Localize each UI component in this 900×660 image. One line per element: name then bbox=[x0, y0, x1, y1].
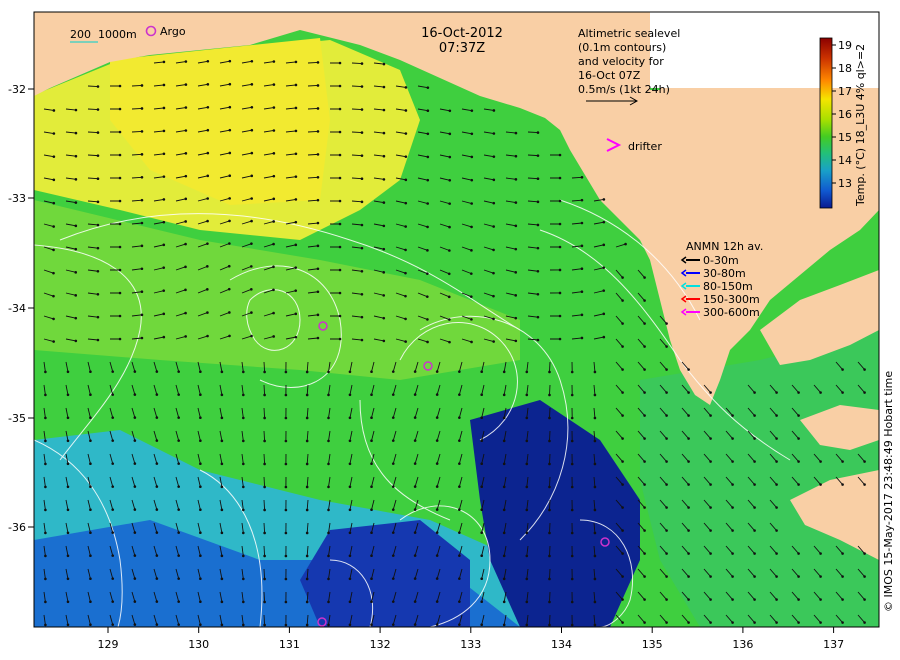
colorbar-label: Temp. (°C) 18_L3U 4% ql>=2 bbox=[854, 44, 867, 207]
lon-tick-label: 130 bbox=[188, 638, 209, 651]
lon-tick-label: 137 bbox=[823, 638, 844, 651]
colorbar-tick-label: 16 bbox=[838, 108, 852, 121]
anmn-legend-label: 300-600m bbox=[703, 306, 760, 319]
lat-tick-label: -34 bbox=[8, 302, 26, 315]
colorbar-tick-label: 13 bbox=[838, 177, 852, 190]
lon-tick-label: 136 bbox=[732, 638, 753, 651]
lat-tick-label: -33 bbox=[8, 192, 26, 205]
plot-area bbox=[34, 12, 879, 627]
lat-tick-label: -32 bbox=[8, 83, 26, 96]
sst-map: 16-Oct-2012 07:37Z 200 1000m Argo Altime… bbox=[8, 11, 895, 651]
argo-legend-label: Argo bbox=[160, 25, 186, 38]
anmn-legend-label: 150-300m bbox=[703, 293, 760, 306]
altimetry-line3: and velocity for bbox=[578, 55, 664, 68]
anmn-legend-title: ANMN 12h av. bbox=[686, 240, 763, 253]
altimetry-line5: 0.5m/s (1kt 24h) bbox=[578, 83, 670, 96]
credit-text: © IMOS 15-May-2017 23:48:49 Hobart time bbox=[882, 371, 895, 612]
colorbar-tick-label: 17 bbox=[838, 85, 852, 98]
colorbar-tick-label: 15 bbox=[838, 131, 852, 144]
longitude-axis: 129 130 131 132 133 134 135 136 137 bbox=[98, 627, 844, 651]
map-time: 07:37Z bbox=[439, 41, 485, 56]
colorbar-gradient bbox=[819, 37, 833, 209]
lon-tick-label: 129 bbox=[98, 638, 119, 651]
lon-tick-label: 131 bbox=[279, 638, 300, 651]
lon-tick-label: 132 bbox=[370, 638, 391, 651]
altimetry-line2: (0.1m contours) bbox=[578, 41, 666, 54]
anmn-legend-label: 30-80m bbox=[703, 267, 746, 280]
map-date: 16-Oct-2012 bbox=[421, 26, 503, 41]
contour-1000-label: 1000m bbox=[98, 28, 137, 41]
lat-tick-label: -36 bbox=[8, 521, 26, 534]
colorbar-tick-label: 19 bbox=[838, 39, 852, 52]
latitude-axis: -32 -33 -34 -35 -36 bbox=[8, 83, 34, 534]
drifter-label: drifter bbox=[628, 140, 662, 153]
lon-tick-label: 135 bbox=[642, 638, 663, 651]
altimetry-line1: Altimetric sealevel bbox=[578, 27, 680, 40]
anmn-legend-label: 0-30m bbox=[703, 254, 739, 267]
contour-200-label: 200 bbox=[70, 28, 91, 41]
lon-tick-label: 134 bbox=[551, 638, 572, 651]
colorbar-tick-label: 18 bbox=[838, 62, 852, 75]
colorbar-tick-label: 14 bbox=[838, 154, 852, 167]
altimetry-line4: 16-Oct 07Z bbox=[578, 69, 641, 82]
lon-tick-label: 133 bbox=[460, 638, 481, 651]
lat-tick-label: -35 bbox=[8, 412, 26, 425]
anmn-legend-label: 80-150m bbox=[703, 280, 753, 293]
